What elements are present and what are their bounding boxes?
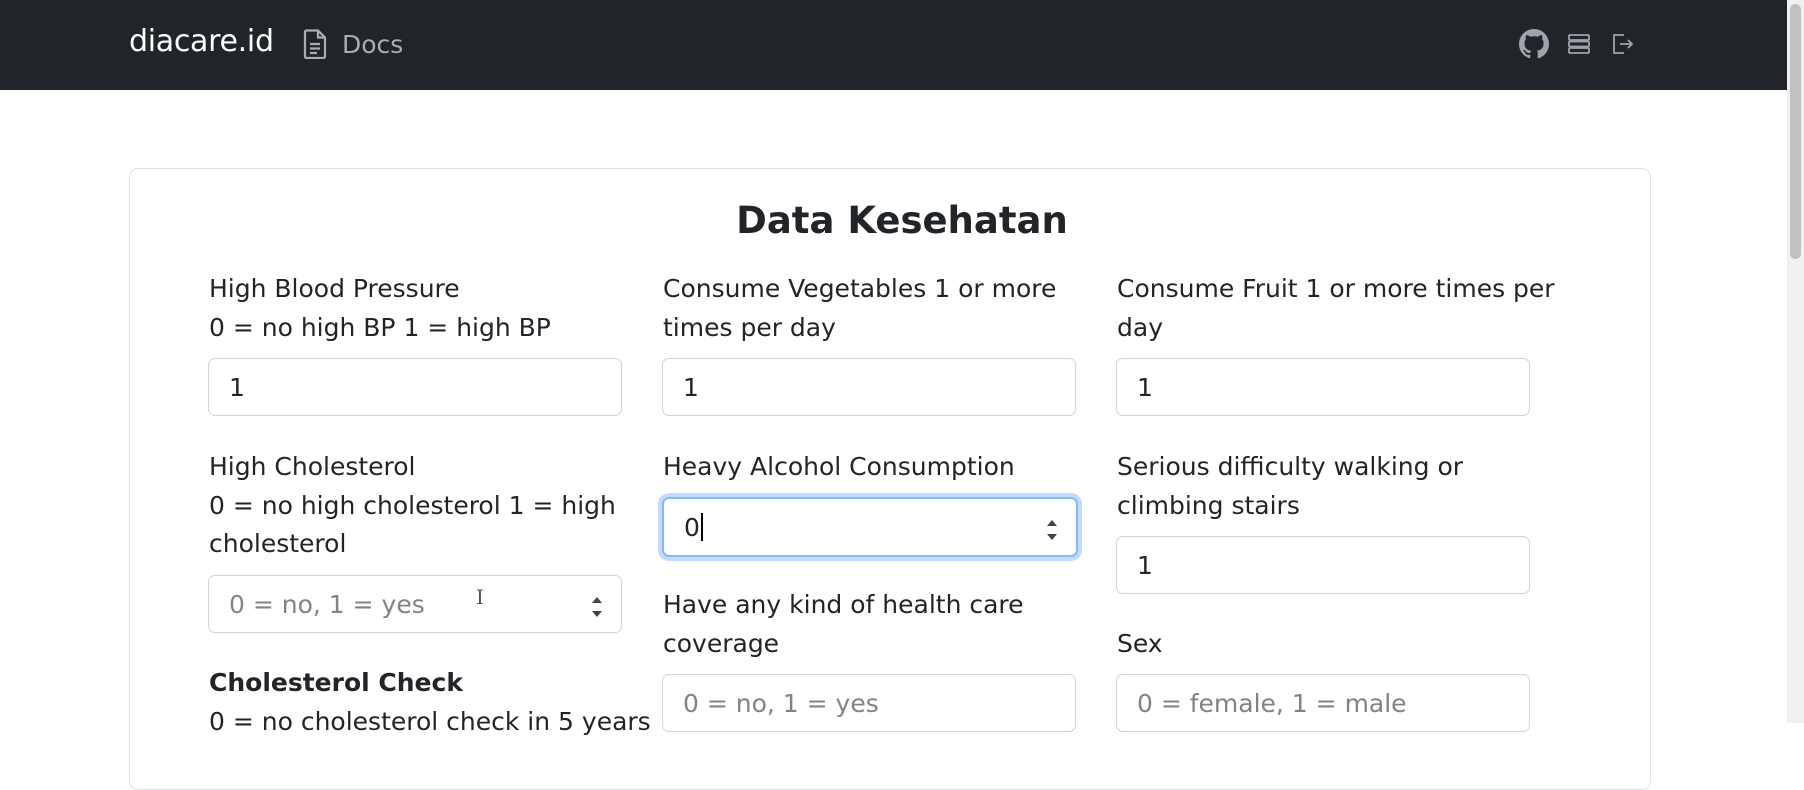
scrollbar[interactable]: [1787, 0, 1804, 723]
veggies-input[interactable]: 1: [662, 358, 1076, 416]
text-caret: [700, 513, 703, 541]
fruit-label-cont: day: [1117, 313, 1163, 342]
diff-walk-input[interactable]: 1: [1116, 536, 1530, 594]
diff-walk-label: Serious difficulty walking or: [1117, 452, 1464, 481]
diff-walk-value: 1: [1137, 550, 1153, 580]
text-cursor-icon: I: [476, 585, 484, 609]
high-chol-hint: 0 = no high cholesterol 1 = high: [209, 491, 616, 520]
fruit-input[interactable]: 1: [1116, 358, 1530, 416]
fruit-value: 1: [1137, 372, 1153, 402]
chol-check-label: Cholesterol Check: [209, 668, 463, 697]
sex-label: Sex: [1117, 629, 1163, 658]
form-title: Data Kesehatan: [736, 199, 1068, 242]
alcohol-label: Heavy Alcohol Consumption: [663, 452, 1015, 481]
healthcare-label-cont: coverage: [663, 629, 780, 658]
navbar: diacare.id Docs: [0, 0, 1787, 90]
diff-walk-label-cont: climbing stairs: [1117, 491, 1300, 520]
document-icon: [303, 29, 327, 59]
veggies-label: Consume Vegetables 1 or more: [663, 274, 1057, 303]
fruit-label: Consume Fruit 1 or more times per: [1117, 274, 1555, 303]
nav-icon-group: [1518, 28, 1634, 60]
github-icon[interactable]: [1518, 28, 1550, 60]
docs-label: Docs: [342, 29, 404, 59]
number-spinner-icon[interactable]: [589, 587, 605, 623]
alcohol-input[interactable]: 0: [662, 497, 1078, 557]
docs-link[interactable]: Docs: [303, 26, 403, 62]
healthcare-input[interactable]: 0 = no, 1 = yes: [662, 674, 1076, 732]
high-chol-input[interactable]: 0 = no, 1 = yes: [208, 575, 622, 633]
number-spinner-icon[interactable]: [1044, 510, 1060, 546]
high-chol-placeholder: 0 = no, 1 = yes: [229, 589, 425, 619]
healthcare-placeholder: 0 = no, 1 = yes: [683, 688, 879, 718]
high-bp-hint: 0 = no high BP 1 = high BP: [209, 313, 551, 342]
high-chol-hint-cont: cholesterol: [209, 529, 347, 558]
alcohol-value: 0: [684, 512, 700, 542]
high-chol-label: High Cholesterol: [209, 452, 416, 481]
veggies-label-cont: times per day: [663, 313, 836, 342]
logout-icon[interactable]: [1612, 33, 1634, 55]
high-bp-input[interactable]: 1: [208, 358, 622, 416]
healthcare-label: Have any kind of health care: [663, 590, 1024, 619]
brand-logo[interactable]: diacare.id: [129, 24, 274, 59]
high-bp-value: 1: [229, 372, 245, 402]
server-icon[interactable]: [1568, 33, 1590, 55]
sex-placeholder: 0 = female, 1 = male: [1137, 688, 1407, 718]
veggies-value: 1: [683, 372, 699, 402]
high-bp-label: High Blood Pressure: [209, 274, 460, 303]
sex-input[interactable]: 0 = female, 1 = male: [1116, 674, 1530, 732]
chol-check-hint: 0 = no cholesterol check in 5 years: [209, 707, 651, 736]
